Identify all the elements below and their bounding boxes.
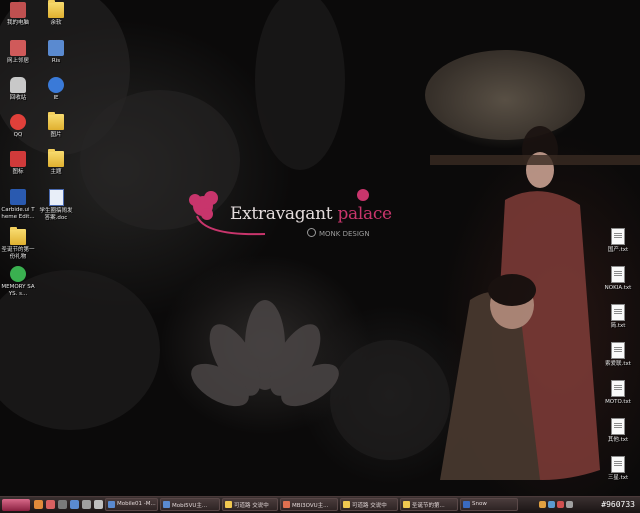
txt-file-icon xyxy=(611,342,625,359)
window-icon xyxy=(108,501,115,508)
logo-subtitle: MONK DESIGN xyxy=(307,228,370,238)
tray-icon[interactable] xyxy=(557,501,564,508)
ui-icon xyxy=(10,189,26,205)
desktop-icon-recycle-bin[interactable]: 回收站 xyxy=(1,77,35,102)
folder-icon xyxy=(403,501,410,508)
desktop-icon-folder-1[interactable]: 余软 xyxy=(39,0,73,27)
doc-icon xyxy=(48,189,64,206)
quicklaunch-icon[interactable] xyxy=(58,500,67,509)
desktop-icon-doc[interactable]: 学生圈搞闹发答案.doc xyxy=(39,189,73,221)
recycle-bin-icon xyxy=(10,77,26,93)
folder-icon xyxy=(48,112,64,130)
memory-icon xyxy=(10,266,26,282)
txt-file-icon xyxy=(611,456,625,473)
app-icon xyxy=(48,40,64,56)
tray-icon[interactable] xyxy=(566,501,573,508)
taskbar-button[interactable]: 可道路 交说中 xyxy=(340,498,398,511)
taskbar-button[interactable]: Mobi5VU主... xyxy=(160,498,220,511)
desktop-icon-qq[interactable]: QQ xyxy=(1,114,35,139)
snow-app-icon xyxy=(463,501,470,508)
desktop-icon-my-computer[interactable]: 我的电脑 xyxy=(1,2,35,27)
quicklaunch-icon[interactable] xyxy=(46,500,55,509)
taskbar: Mobile01 -M... Mobi5VU主... 可道路 交说中 MBI3O… xyxy=(0,496,640,513)
folder-icon xyxy=(343,501,350,508)
desktop-icon-txt-guochan[interactable]: 国产.txt xyxy=(601,228,635,254)
desktop-icon-txt-nokia[interactable]: NOKIA.txt xyxy=(601,266,635,292)
desktop-icon-network[interactable]: 网上邻居 xyxy=(1,40,35,65)
quicklaunch-icon[interactable] xyxy=(82,500,91,509)
folder-icon xyxy=(10,227,26,245)
txt-file-icon xyxy=(611,228,625,245)
flower-ornament-icon xyxy=(357,189,369,201)
my-computer-icon xyxy=(10,2,26,18)
wallpaper-logo: Extravagant palace MONK DESIGN xyxy=(185,186,392,248)
folder-icon xyxy=(48,149,64,167)
network-icon xyxy=(10,40,26,56)
folder-icon xyxy=(48,0,64,18)
desktop-icon-txt-qita[interactable]: 其他.txt xyxy=(601,418,635,444)
desktop[interactable]: Extravagant palace MONK DESIGN 我的电脑 余软 网… xyxy=(0,0,640,496)
qq-icon xyxy=(10,114,26,130)
desktop-icon-ris[interactable]: Ris xyxy=(39,40,73,65)
txt-file-icon xyxy=(611,418,625,435)
quicklaunch-icon[interactable] xyxy=(94,500,103,509)
desktop-icon-tubiao[interactable]: 图标 xyxy=(1,151,35,176)
desktop-icon-christmas-folder[interactable]: 圣诞节的第一份礼物 xyxy=(1,227,35,260)
taskbar-button[interactable]: MBI3OVU主... xyxy=(280,498,338,511)
app-icon xyxy=(10,151,26,167)
logo-title: Extravagant palace xyxy=(230,204,392,224)
desktop-icon-pictures[interactable]: 图片 xyxy=(39,112,73,139)
tray-icon[interactable] xyxy=(548,501,555,508)
tray-icon[interactable] xyxy=(539,501,546,508)
folder-icon xyxy=(225,501,232,508)
desktop-icon-txt-samsung[interactable]: 三星.txt xyxy=(601,456,635,482)
desktop-icon-memory[interactable]: MEMORY SAYS. s... xyxy=(1,266,35,297)
txt-file-icon xyxy=(611,266,625,283)
taskbar-button[interactable]: Mobile01 -M... xyxy=(105,498,158,511)
taskbar-button[interactable]: Snow xyxy=(460,498,518,511)
system-tray: #960733 xyxy=(535,498,639,512)
txt-file-icon xyxy=(611,304,625,321)
taskbar-button[interactable]: 可道路 交说中 xyxy=(222,498,278,511)
quicklaunch-icon[interactable] xyxy=(34,500,43,509)
desktop-icon-theme[interactable]: 主题 xyxy=(39,149,73,176)
start-button[interactable] xyxy=(2,499,30,511)
desktop-icon-txt-soyi[interactable]: 索爱联.txt xyxy=(601,342,635,368)
window-icon xyxy=(163,501,170,508)
desktop-icon-carbide[interactable]: Carbide.ui Theme Edit... xyxy=(1,189,35,220)
desktop-icon-ie[interactable]: IE xyxy=(39,77,73,102)
taskbar-button[interactable]: 圣诞节的第... xyxy=(400,498,458,511)
quicklaunch-icon[interactable] xyxy=(70,500,79,509)
wallpaper-art xyxy=(0,0,640,480)
desktop-icon-txt-jian[interactable]: 简.txt xyxy=(601,304,635,330)
ie-icon xyxy=(48,77,64,93)
watermark-text: #960733 xyxy=(601,500,635,509)
window-icon xyxy=(283,501,290,508)
desktop-icon-txt-moto[interactable]: MOTO.txt xyxy=(601,380,635,406)
woman-figure xyxy=(440,126,600,480)
txt-file-icon xyxy=(611,380,625,397)
